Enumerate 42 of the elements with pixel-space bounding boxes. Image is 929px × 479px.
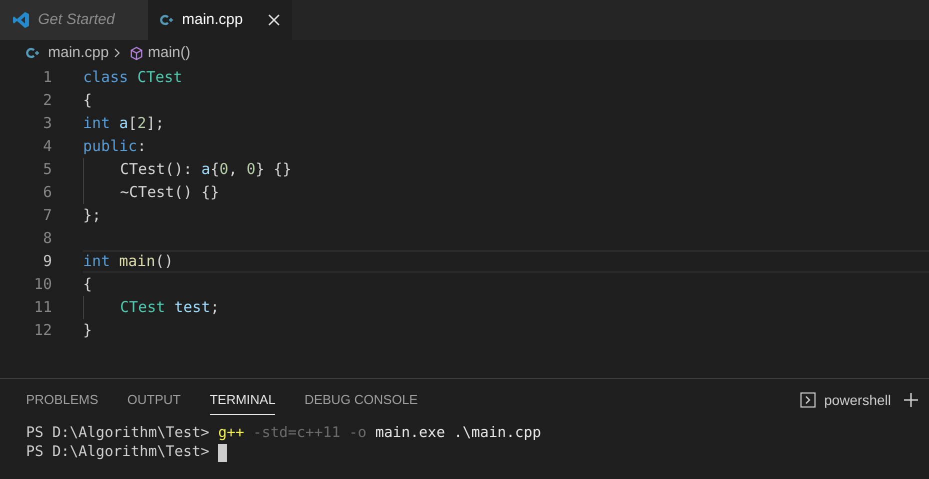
line-number: 3	[42, 113, 52, 134]
code-line: {	[83, 274, 94, 296]
line-number: 9	[42, 251, 52, 272]
code-line: int main()	[83, 250, 929, 273]
editor-tab[interactable]: main.cpp	[148, 0, 292, 40]
line-number: 10	[32, 274, 52, 296]
terminal-selector[interactable]: powershell	[824, 390, 891, 410]
terminal-line: PS D:\Algorithm\Test>	[26, 442, 210, 462]
code-line: class CTest	[83, 67, 184, 88]
line-number: 1	[42, 67, 52, 88]
code-line: {	[83, 90, 94, 112]
terminal-line: PS D:\Algorithm\Test> g++ -std=c++11 -o main.exe .\main.cpp	[26, 424, 542, 443]
line-number: 7	[42, 205, 52, 226]
code-line: public:	[83, 136, 148, 158]
code-line: }	[83, 320, 94, 342]
line-number: 8	[42, 228, 52, 250]
line-number: 6	[42, 182, 52, 204]
terminal-icon	[800, 392, 816, 408]
chevron-right-icon	[112, 48, 121, 58]
panel-tab[interactable]: TERMINAL	[210, 385, 276, 415]
code-line: int a[2];	[83, 113, 166, 134]
close-icon[interactable]	[268, 14, 280, 26]
editor-tab[interactable]: Get Started	[0, 0, 148, 40]
cpp-file-icon	[26, 47, 40, 59]
line-number: 12	[32, 320, 52, 342]
line-number: 4	[42, 136, 52, 158]
line-number: 2	[42, 90, 52, 112]
code-line: };	[83, 205, 102, 226]
cpp-file-icon	[160, 14, 174, 26]
code-editor-logo-icon	[12, 11, 30, 29]
code-line: CTest(): a{0, 0} {}	[83, 158, 929, 181]
line-number: 5	[42, 159, 52, 180]
panel-tab[interactable]: OUTPUT	[127, 385, 181, 415]
code-line: CTest test;	[83, 296, 929, 319]
plus-icon[interactable]	[903, 392, 919, 408]
panel-tab[interactable]: PROBLEMS	[26, 385, 98, 415]
breadcrumb-file[interactable]: main.cpp	[48, 42, 109, 64]
breadcrumb-symbol[interactable]: main()	[148, 42, 190, 64]
code-line: ~CTest() {}	[83, 181, 929, 204]
line-number: 11	[32, 297, 52, 318]
cube-icon	[128, 46, 144, 60]
panel-tab[interactable]: DEBUG CONSOLE	[304, 385, 418, 415]
